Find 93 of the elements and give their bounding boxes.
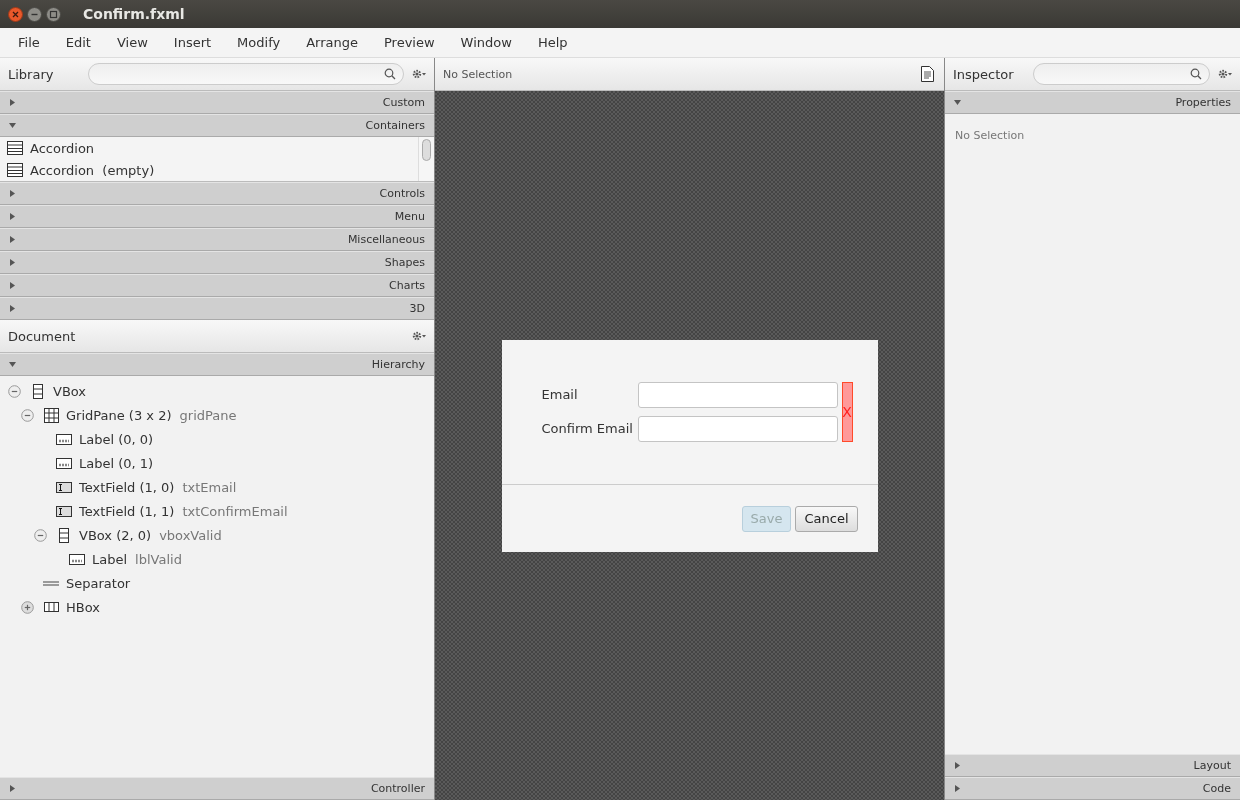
- section-header[interactable]: Shapes: [0, 251, 434, 274]
- text-field-icon: [56, 481, 72, 493]
- menu-item[interactable]: File: [8, 35, 50, 50]
- settings-icon[interactable]: [412, 331, 426, 341]
- panel-title: Document: [8, 328, 77, 344]
- expanded-triangle-icon: [9, 361, 16, 368]
- tree-item-label[interactable]: GridPane (3 x 2): [66, 407, 172, 423]
- section-header[interactable]: Controls: [0, 182, 434, 205]
- vbox-icon: [59, 527, 69, 543]
- menu-item[interactable]: Insert: [163, 35, 222, 50]
- search-field[interactable]: [1033, 63, 1210, 85]
- field-label: Confirm Email: [541, 419, 634, 438]
- label-icon: [69, 553, 85, 565]
- library-item[interactable]: Accordion: [30, 140, 95, 156]
- collapsed-triangle-icon: [9, 213, 16, 220]
- dialog-button[interactable]: Cancel: [795, 505, 858, 532]
- tree-item-label[interactable]: HBox: [66, 599, 100, 615]
- menu-item[interactable]: Window: [450, 35, 522, 50]
- section-header[interactable]: Charts: [0, 274, 434, 297]
- accordion-icon: [7, 163, 23, 177]
- fx-id-label: txtEmail: [182, 479, 237, 495]
- label-icon: [56, 433, 72, 445]
- selection-label: No Selection: [443, 67, 513, 81]
- input-field[interactable]: [637, 381, 838, 408]
- section-header[interactable]: Miscellaneous: [0, 228, 434, 251]
- field-label: Email: [541, 385, 579, 404]
- scrollbar[interactable]: [418, 137, 434, 181]
- tree-item-label[interactable]: TextField (1, 0): [79, 479, 175, 495]
- grid-icon: [43, 407, 59, 423]
- collapsed-triangle-icon: [9, 305, 16, 312]
- search-icon: [384, 68, 396, 80]
- section-header[interactable]: Menu: [0, 205, 434, 228]
- menu-item[interactable]: Edit: [55, 35, 101, 50]
- section-header[interactable]: Controller: [0, 777, 434, 800]
- window-title: Confirm.fxml: [83, 6, 185, 22]
- menu-item[interactable]: Preview: [374, 35, 445, 50]
- library-item[interactable]: Accordion (empty): [30, 162, 155, 178]
- search-icon: [1190, 68, 1202, 80]
- settings-icon[interactable]: [1218, 69, 1232, 79]
- collapsed-triangle-icon: [954, 785, 961, 792]
- collapsed-triangle-icon: [9, 190, 16, 197]
- fx-id-label: vboxValid: [159, 527, 222, 543]
- accordion-icon: [7, 141, 23, 155]
- tree-item-label[interactable]: Label: [92, 551, 128, 567]
- tree-item-label[interactable]: VBox: [53, 383, 87, 399]
- menu-item[interactable]: Arrange: [296, 35, 368, 50]
- fx-id-label: gridPane: [179, 407, 237, 423]
- menu-item[interactable]: Help: [527, 35, 578, 50]
- collapsed-triangle-icon: [9, 99, 16, 106]
- validation-indicator: X: [841, 381, 853, 442]
- collapsed-triangle-icon: [9, 236, 16, 243]
- section-header[interactable]: Properties: [945, 91, 1240, 114]
- maximize-icon[interactable]: [46, 6, 61, 22]
- section-header[interactable]: Layout: [945, 754, 1240, 777]
- expand-icon[interactable]: [21, 600, 34, 614]
- collapsed-triangle-icon: [9, 282, 16, 289]
- settings-icon[interactable]: [412, 69, 426, 79]
- fx-id-label: txtConfirmEmail: [182, 503, 288, 519]
- menu-item[interactable]: View: [106, 35, 158, 50]
- minimize-icon[interactable]: [27, 6, 42, 22]
- scrollbar-thumb[interactable]: [422, 139, 431, 161]
- collapse-icon[interactable]: [34, 528, 47, 542]
- tree-item-label[interactable]: Label (0, 1): [79, 455, 154, 471]
- section-header[interactable]: Custom: [0, 91, 434, 114]
- section-header[interactable]: 3D: [0, 297, 434, 320]
- search-field[interactable]: [88, 63, 404, 85]
- menu-item[interactable]: Modify: [227, 35, 291, 50]
- tree-item-label[interactable]: VBox (2, 0): [79, 527, 152, 543]
- document-icon[interactable]: [921, 66, 934, 82]
- collapsed-triangle-icon: [9, 785, 16, 792]
- section-header[interactable]: Hierarchy: [0, 353, 434, 376]
- fx-id-label: lblValid: [135, 551, 182, 567]
- section-header[interactable]: Containers: [0, 114, 434, 137]
- expanded-triangle-icon: [954, 99, 961, 106]
- panel-title: Inspector: [953, 66, 1015, 82]
- label-icon: [56, 457, 72, 469]
- expanded-triangle-icon: [9, 122, 16, 129]
- collapse-icon[interactable]: [8, 384, 21, 398]
- tree-item-label[interactable]: TextField (1, 1): [79, 503, 175, 519]
- hbox-icon: [43, 602, 59, 612]
- collapsed-triangle-icon: [954, 762, 961, 769]
- tree-item-label[interactable]: Label (0, 0): [79, 431, 154, 447]
- section-header[interactable]: Code: [945, 777, 1240, 800]
- vbox-icon: [33, 383, 43, 399]
- close-icon[interactable]: [8, 6, 23, 22]
- selection-label: No Selection: [955, 129, 1025, 142]
- tree-item-label[interactable]: Separator: [66, 575, 131, 591]
- panel-title: Library: [8, 66, 55, 82]
- collapsed-triangle-icon: [9, 259, 16, 266]
- separator-icon: [43, 580, 59, 586]
- collapse-icon[interactable]: [21, 408, 34, 422]
- text-field-icon: [56, 505, 72, 517]
- input-field[interactable]: [637, 415, 838, 442]
